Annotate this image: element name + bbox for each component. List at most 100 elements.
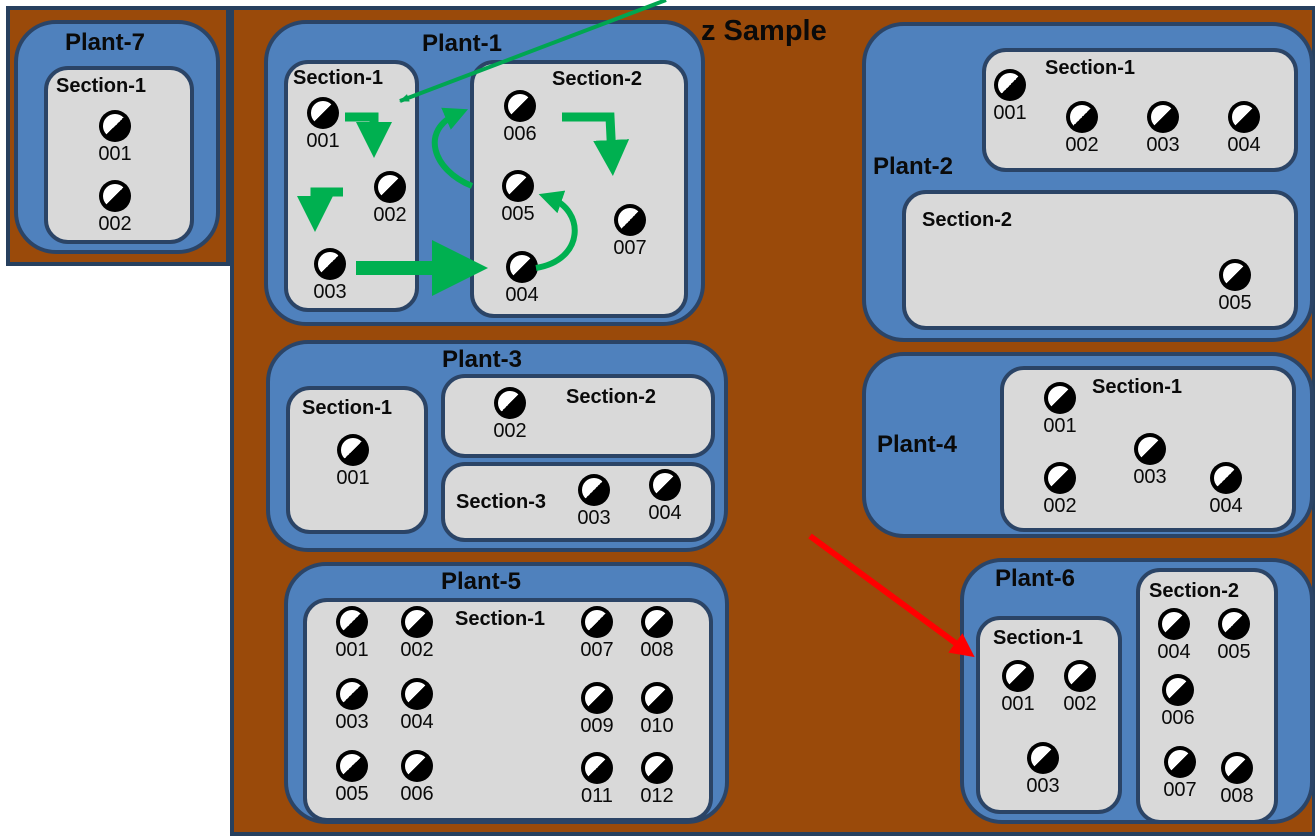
device[interactable]: 006: [1150, 674, 1206, 736]
device-id: 003: [1026, 775, 1060, 797]
device[interactable]: 005: [490, 170, 546, 232]
knob-icon: [1219, 259, 1251, 291]
knob-icon: [401, 750, 433, 782]
knob-icon: [1044, 462, 1076, 494]
knob-icon: [1027, 742, 1059, 774]
plant2-section2-label: Section-2: [922, 209, 1013, 231]
plant2-section1-label: Section-1: [1045, 57, 1136, 79]
device[interactable]: 003: [1135, 101, 1191, 163]
device[interactable]: 005: [1207, 259, 1263, 321]
knob-icon: [1064, 660, 1096, 692]
device[interactable]: 008: [1209, 752, 1265, 814]
knob-icon: [336, 750, 368, 782]
device-id: 002: [400, 639, 434, 661]
knob-icon: [1218, 608, 1250, 640]
device-id: 001: [306, 130, 340, 152]
device-id: 001: [336, 467, 370, 489]
device-id: 002: [1063, 693, 1097, 715]
device-id: 003: [1133, 466, 1167, 488]
plant3-section1-label: Section-1: [302, 397, 393, 419]
device[interactable]: 004: [1198, 462, 1254, 524]
plant3-section2-label: Section-2: [566, 386, 657, 408]
device[interactable]: 003: [1015, 742, 1071, 804]
device[interactable]: 002: [482, 387, 538, 449]
knob-icon: [401, 606, 433, 638]
device[interactable]: 004: [1216, 101, 1272, 163]
knob-icon: [401, 678, 433, 710]
device[interactable]: 003: [302, 248, 358, 310]
device[interactable]: 001: [990, 660, 1046, 722]
device[interactable]: 004: [494, 251, 550, 313]
knob-icon: [581, 752, 613, 784]
knob-icon: [336, 606, 368, 638]
device-id: 005: [335, 783, 369, 805]
plant6-label: Plant-6: [995, 565, 1076, 592]
plant7-section1-label: Section-1: [56, 75, 147, 97]
knob-icon: [1164, 746, 1196, 778]
plant5-label: Plant-5: [441, 568, 522, 595]
device[interactable]: 004: [389, 678, 445, 740]
device[interactable]: 010: [629, 682, 685, 744]
knob-icon: [1134, 433, 1166, 465]
device-id: 012: [640, 785, 674, 807]
device[interactable]: 005: [1206, 608, 1262, 670]
device-id: 002: [373, 204, 407, 226]
device[interactable]: 005: [324, 750, 380, 812]
device-id: 006: [1161, 707, 1195, 729]
device[interactable]: 001: [295, 97, 351, 159]
device[interactable]: 003: [566, 474, 622, 536]
sample-title: z Sample: [701, 15, 827, 47]
device[interactable]: 009: [569, 682, 625, 744]
device[interactable]: 002: [389, 606, 445, 668]
device[interactable]: 006: [492, 90, 548, 152]
device[interactable]: 011: [569, 752, 625, 814]
device[interactable]: 003: [1122, 433, 1178, 495]
device[interactable]: 002: [1032, 462, 1088, 524]
knob-icon: [307, 97, 339, 129]
device[interactable]: 007: [569, 606, 625, 668]
knob-icon: [581, 606, 613, 638]
device[interactable]: 002: [362, 171, 418, 233]
device[interactable]: 001: [325, 434, 381, 496]
device[interactable]: 001: [324, 606, 380, 668]
device-id: 007: [1163, 779, 1197, 801]
device-id: 005: [1218, 292, 1252, 314]
device[interactable]: 002: [1052, 660, 1108, 722]
device-id: 007: [580, 639, 614, 661]
knob-icon: [1002, 660, 1034, 692]
knob-icon: [337, 434, 369, 466]
plant5-section1-label: Section-1: [455, 608, 546, 630]
device-id: 001: [993, 102, 1027, 124]
device[interactable]: 007: [1152, 746, 1208, 808]
plant3-section3-label: Section-3: [456, 491, 547, 513]
plant3-label: Plant-3: [442, 346, 523, 373]
device-id: 002: [1065, 134, 1099, 156]
device[interactable]: 006: [389, 750, 445, 812]
device[interactable]: 003: [324, 678, 380, 740]
device[interactable]: 008: [629, 606, 685, 668]
knob-icon: [641, 752, 673, 784]
device[interactable]: 002: [87, 180, 143, 242]
device-id: 002: [1043, 495, 1077, 517]
device-id: 001: [98, 143, 132, 165]
device[interactable]: 012: [629, 752, 685, 814]
knob-icon: [504, 90, 536, 122]
device-id: 008: [640, 639, 674, 661]
plant1-label: Plant-1: [422, 30, 503, 57]
device[interactable]: 002: [1054, 101, 1110, 163]
knob-icon: [99, 180, 131, 212]
knob-icon: [1147, 101, 1179, 133]
device-id: 008: [1220, 785, 1254, 807]
knob-icon: [1162, 674, 1194, 706]
knob-icon: [374, 171, 406, 203]
knob-icon: [506, 251, 538, 283]
device[interactable]: 007: [602, 204, 658, 266]
knob-icon: [1228, 101, 1260, 133]
device[interactable]: 001: [87, 110, 143, 172]
device-id: 004: [1157, 641, 1191, 663]
device[interactable]: 001: [982, 69, 1038, 131]
device[interactable]: 004: [1146, 608, 1202, 670]
knob-icon: [1158, 608, 1190, 640]
device[interactable]: 001: [1032, 382, 1088, 444]
device[interactable]: 004: [637, 469, 693, 531]
